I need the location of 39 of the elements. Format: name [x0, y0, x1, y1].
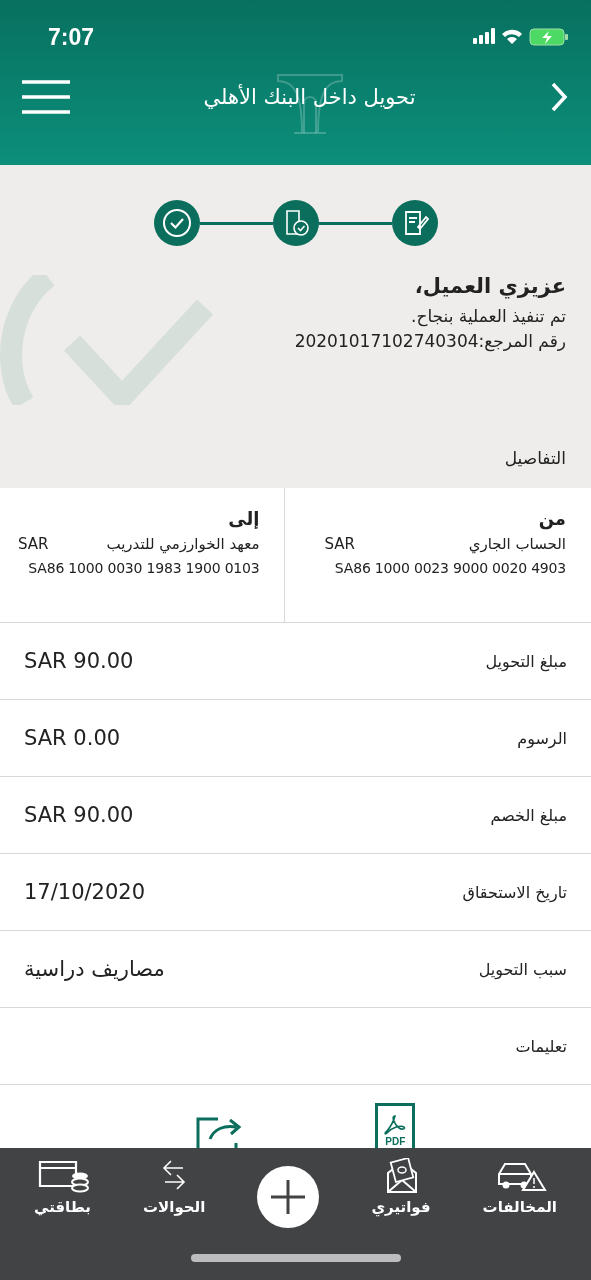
currency-code: SAR: [324, 535, 355, 553]
field-value: SAR 0.00: [24, 726, 121, 750]
field-value: SAR 90.00: [24, 803, 134, 827]
page-title: تحويل داخل البنك الأهلي: [203, 85, 416, 109]
field-label: سبب التحويل: [478, 959, 567, 979]
field-value: SAR 90.00: [24, 649, 134, 673]
iban-text: SA86 1000 0023 9000 0020 4903: [333, 559, 566, 578]
field-label: مبلغ الخصم: [490, 805, 567, 825]
tab-item[interactable]: بطاقتي: [34, 1158, 91, 1216]
menu-icon[interactable]: [22, 80, 70, 114]
field-label: تعليمات: [515, 1036, 567, 1056]
wifi-icon: [501, 28, 523, 46]
signal-icon: [473, 28, 495, 46]
field-label: الرسوم: [517, 728, 567, 748]
status-time: 7:07: [48, 23, 95, 51]
field-value: مصاريف دراسية: [24, 957, 165, 981]
field-value: 17/10/2020: [24, 880, 146, 904]
currency-code: SAR: [18, 535, 49, 553]
account-name: معهد الخوارزمي للتدريب: [106, 535, 260, 553]
reference-number: رقم المرجع:20201017102740304: [294, 330, 566, 354]
party-heading: إلى: [227, 508, 260, 529]
field-label: مبلغ التحويل: [485, 651, 567, 671]
tab-item[interactable]: فواتيري: [371, 1158, 431, 1216]
iban-text: SA86 1000 0030 1983 1900 0103: [27, 559, 260, 578]
tab-item[interactable]: المخالفات: [482, 1158, 557, 1216]
success-message: تم تنفيذ العملية بنجاح.: [411, 305, 566, 329]
tab-item[interactable]: الحوالات: [143, 1158, 206, 1216]
edit-icon: [391, 200, 438, 246]
field-label: تاريخ الاستحقاق: [462, 882, 567, 902]
add-button[interactable]: [257, 1166, 320, 1228]
back-icon[interactable]: [549, 81, 569, 113]
pdf-label: PDF: [385, 1136, 406, 1147]
check-circle-icon: [153, 200, 200, 246]
party-heading: من: [537, 508, 566, 529]
document-check-icon: [272, 200, 319, 246]
greeting-text: عزيزي العميل،: [414, 274, 566, 298]
account-name: الحساب الجاري: [468, 535, 566, 553]
details-heading: التفاصيل: [504, 448, 566, 468]
battery-icon: [529, 28, 569, 46]
